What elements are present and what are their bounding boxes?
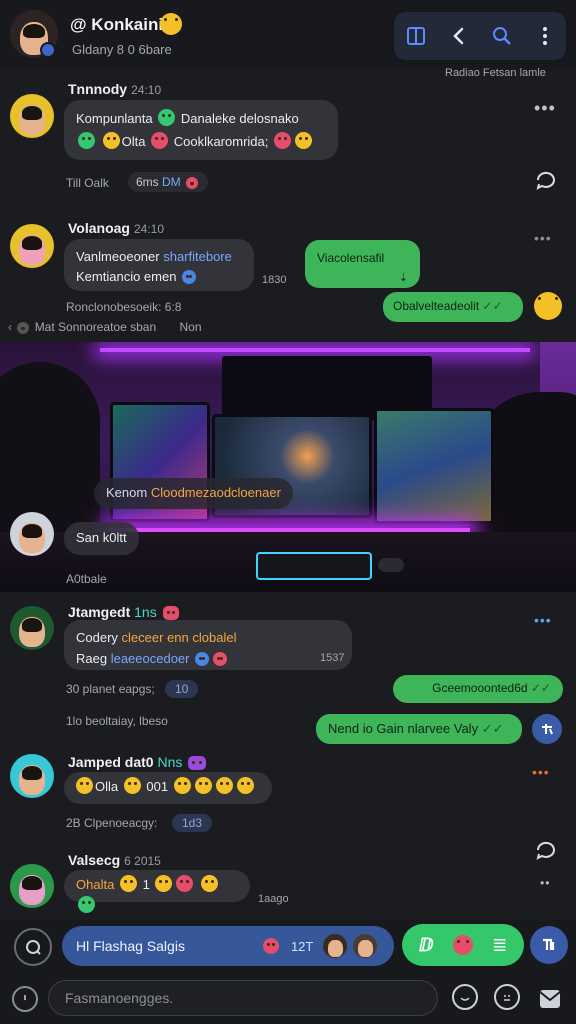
outgoing-bubble[interactable]: Nend io Gain nlarvee Valy ✓✓ [316, 714, 522, 744]
message-meta: Ronclonobesoeik: 6:8 [66, 300, 182, 314]
more-icon[interactable] [530, 21, 560, 51]
emoji-icon [532, 292, 564, 322]
back-icon[interactable] [444, 21, 474, 51]
message-options-icon[interactable]: ••• [534, 98, 556, 119]
message-time: 1830 [262, 274, 287, 286]
gift-icon[interactable] [261, 938, 281, 954]
emoji-icon [295, 131, 312, 149]
reply-icon[interactable] [534, 168, 558, 197]
emoji-icon [78, 131, 95, 149]
emoji-icon [102, 131, 120, 149]
outgoing-bubble[interactable]: Obalvelteadeolit ✓✓ [383, 292, 523, 322]
avatar[interactable] [10, 512, 54, 556]
message-options-icon[interactable]: ••• [534, 230, 552, 246]
gift-icon[interactable] [536, 984, 564, 1017]
reaction-pill[interactable]: 1d3 [172, 814, 213, 832]
message-meta: Till Oalk [66, 176, 109, 190]
message-bubble[interactable]: Kompunlanta Danaleke delosnako Olta Cook… [64, 100, 338, 160]
verified-badge-icon [40, 42, 56, 58]
message-bubble[interactable]: San k0ltt [64, 522, 139, 555]
send-icon[interactable] [530, 926, 568, 964]
sender-name: Jamped dat0 Nns [68, 754, 208, 770]
mouse [378, 558, 404, 572]
monitor-right [374, 408, 494, 524]
sender-name: Valsecg 6 2015 [68, 852, 161, 868]
emoji-icon [158, 109, 176, 126]
reaction-pill[interactable]: 10 [165, 680, 199, 698]
message-bubble[interactable]: Ohalta 1 [64, 870, 250, 913]
message-meta: A0tbale [66, 572, 107, 586]
menu-icon[interactable]: ≣ [492, 935, 507, 956]
avatar[interactable] [10, 224, 54, 268]
sender-name: Jtamgedt 1ns [68, 604, 181, 620]
sticker-icon[interactable] [494, 984, 520, 1010]
header-toolbar [394, 12, 566, 60]
avatar[interactable] [10, 754, 54, 798]
message-options-icon[interactable]: ••• [534, 612, 552, 628]
message-meta: 1lo beoltaiay, lbeso [66, 714, 168, 728]
header-link[interactable]: Radiao Fetsan lamle [445, 67, 546, 79]
avatar[interactable] [10, 606, 54, 650]
sender-name: Tnnnody 24:10 [68, 81, 162, 97]
clock-icon[interactable] [12, 986, 38, 1012]
message-time: 1aago [258, 893, 289, 905]
message-meta: 2B Clpenoeacgy: [66, 816, 158, 830]
avatar[interactable] [10, 94, 54, 138]
mic-icon[interactable]: ⅅ [419, 935, 434, 956]
message-bubble[interactable]: Olla 001 [64, 772, 272, 804]
reaction-pill[interactable]: 6ms DM [128, 172, 209, 192]
led-strip [100, 348, 530, 352]
message-meta: 30 planet eapgs; [66, 682, 155, 696]
thread-bar[interactable]: ‹ Mat Sonnoreatoe sban Non [8, 320, 202, 334]
sticker-icon[interactable] [452, 935, 473, 955]
reply-icon[interactable] [534, 838, 558, 867]
chat-title: @ Konkaini [70, 15, 164, 34]
title-emoji-icon [158, 13, 184, 37]
message-bubble[interactable]: Vanlmeoeoner sharfitebore Kemtiancio eme… [64, 239, 254, 291]
attach-icon[interactable] [14, 928, 52, 966]
panel-icon[interactable] [401, 21, 431, 51]
sender-name: Volanoag 24:10 [68, 220, 164, 236]
quick-actions: ⅅ ≣ [402, 924, 524, 966]
message-options-icon[interactable]: ••• [532, 764, 550, 780]
keyboard [256, 552, 372, 580]
emoji-icon [151, 131, 169, 149]
message-bubble[interactable]: Codery cleceer enn clobalel Raeg leaeeoc… [64, 620, 352, 670]
reply-icon[interactable] [532, 714, 562, 744]
message-time: 1537 [320, 652, 345, 664]
search-icon[interactable] [487, 21, 517, 51]
outgoing-bubble[interactable]: Gceemooonted6d ✓✓ [393, 675, 563, 703]
avatar[interactable] [10, 864, 54, 908]
overlay-message[interactable]: Kenom Cloodmezaodcloenaer [94, 478, 293, 509]
message-input[interactable]: Hl Flashag Salgis 12T [62, 926, 394, 966]
emoji-icon[interactable] [452, 984, 478, 1010]
message-options-icon[interactable]: •• [540, 876, 550, 890]
reply-bubble[interactable]: Viacolensafil ⇣ [305, 240, 420, 288]
secondary-input[interactable]: Fasmanoengges. [48, 980, 438, 1016]
chat-subtitle: Gldany 8 0 6bare [72, 42, 172, 57]
emoji-icon [274, 131, 291, 149]
